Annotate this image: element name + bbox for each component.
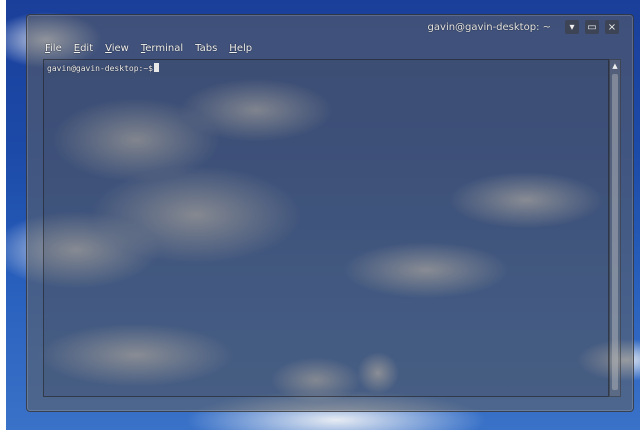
maximize-button[interactable]: ▭ bbox=[585, 20, 599, 34]
window-titlebar[interactable]: gavin@gavin-desktop: ~ ▾ ▭ × bbox=[27, 15, 633, 39]
scroll-up-icon[interactable]: ▲ bbox=[610, 62, 620, 70]
desktop-wallpaper: gavin@gavin-desktop: ~ ▾ ▭ × File Edit V… bbox=[6, 0, 640, 430]
minimize-button[interactable]: ▾ bbox=[565, 20, 579, 34]
menubar: File Edit View Terminal Tabs Help bbox=[43, 41, 254, 59]
vertical-scrollbar[interactable]: ▲ bbox=[609, 59, 621, 397]
window-title: gavin@gavin-desktop: ~ bbox=[427, 22, 551, 33]
menu-view[interactable]: View bbox=[103, 41, 131, 59]
menu-edit[interactable]: Edit bbox=[72, 41, 95, 59]
menu-file[interactable]: File bbox=[43, 41, 64, 59]
menu-tabs[interactable]: Tabs bbox=[193, 41, 219, 59]
menu-help[interactable]: Help bbox=[227, 41, 254, 59]
prompt-text: gavin@gavin-desktop:~$ bbox=[47, 64, 153, 73]
window-controls: ▾ ▭ × bbox=[565, 20, 619, 34]
terminal-window[interactable]: gavin@gavin-desktop: ~ ▾ ▭ × File Edit V… bbox=[26, 14, 634, 412]
scroll-thumb[interactable] bbox=[612, 74, 618, 390]
menu-terminal[interactable]: Terminal bbox=[139, 41, 185, 59]
close-button[interactable]: × bbox=[605, 20, 619, 34]
text-cursor bbox=[153, 63, 159, 72]
shell-prompt: gavin@gavin-desktop:~$ bbox=[47, 63, 159, 73]
terminal-text-area[interactable]: gavin@gavin-desktop:~$ bbox=[43, 59, 609, 397]
